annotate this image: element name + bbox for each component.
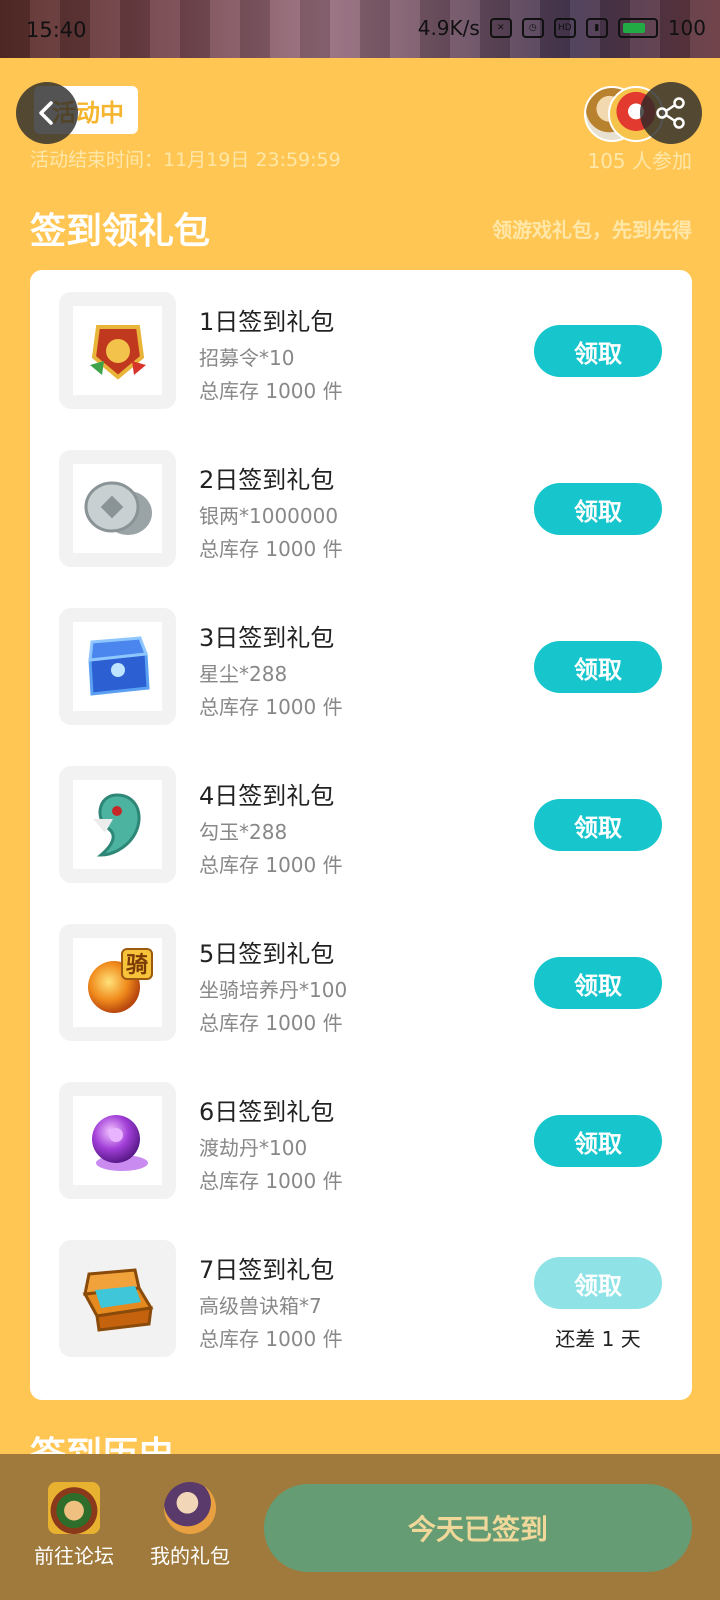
purple-orb-icon (91, 1114, 148, 1171)
battery-icon (617, 18, 658, 38)
claim-button-day-1[interactable]: 领取 (534, 325, 662, 377)
battery-level: 100 (667, 16, 706, 40)
gift-description: 银两*1000000 (199, 504, 339, 528)
status-time: 15:40 (26, 18, 87, 42)
participant-count: 105 人参加 (587, 149, 692, 173)
hd-icon: HD (553, 18, 576, 38)
my-gifts-label: 我的礼包 (150, 1544, 230, 1568)
gift-stock: 总库存 1000 件 (199, 1169, 343, 1193)
gift-name: 5日签到礼包 (199, 940, 335, 968)
gift-description: 勾玉*288 (199, 820, 288, 844)
gift-name: 6日签到礼包 (199, 1098, 335, 1126)
claim-button-day-6[interactable]: 领取 (534, 1115, 662, 1167)
chevron-left-icon (39, 101, 53, 125)
end-time: 活动结束时间：11月19日 23:59:59 (30, 149, 341, 171)
share-icon (656, 97, 685, 129)
claim-button-day-3[interactable]: 领取 (534, 641, 662, 693)
mount-pill-icon: 骑 (87, 947, 153, 1013)
silver-coin-icon (84, 481, 152, 535)
gift-description: 星尘*288 (199, 662, 288, 686)
jade-magatama-icon (92, 792, 141, 857)
stardust-chest-icon (87, 635, 150, 696)
gift-row-day-6: 6日签到礼包 渡劫丹*100 总库存 1000 件 领取 (30, 1082, 692, 1200)
gift-name: 3日签到礼包 (199, 624, 335, 652)
gift-name: 7日签到礼包 (199, 1256, 335, 1284)
gift-row-day-7: 7日签到礼包 高级兽诀箱*7 总库存 1000 件 领取 还差 1 天 (30, 1240, 692, 1358)
gift-name: 4日签到礼包 (199, 782, 335, 810)
gift-list-card: 1日签到礼包 招募令*10 总库存 1000 件 领取 2日签到礼包 银两*10… (30, 270, 692, 1400)
status-bar: 15:40 4.9K/s ✕ ◷ HD ▮ 100 (0, 0, 720, 58)
gift-stock: 总库存 1000 件 (199, 1327, 343, 1351)
gift-thumbnail: 骑 (59, 924, 176, 1041)
gift-thumbnail (59, 608, 176, 725)
section-subtitle: 领游戏礼包，先到先得 (492, 218, 692, 242)
gift-row-day-2: 2日签到礼包 银两*1000000 总库存 1000 件 领取 (30, 450, 692, 568)
signal-icon: ▮ (585, 18, 608, 38)
gift-row-day-1: 1日签到礼包 招募令*10 总库存 1000 件 领取 (30, 292, 692, 410)
gift-name: 2日签到礼包 (199, 466, 335, 494)
claim-button-day-7[interactable]: 领取 (534, 1257, 662, 1309)
claim-button-day-2[interactable]: 领取 (534, 483, 662, 535)
alarm-icon: ◷ (521, 18, 544, 38)
treasure-chest-icon (82, 1267, 153, 1332)
claim-button-day-4[interactable]: 领取 (534, 799, 662, 851)
my-gifts-link[interactable]: 我的礼包 (140, 1482, 240, 1569)
gift-thumbnail (59, 450, 176, 567)
net-speed: 4.9K/s (417, 16, 480, 40)
gift-description: 招募令*10 (199, 346, 295, 370)
status-icons: 4.9K/s ✕ ◷ HD ▮ 100 (418, 16, 706, 40)
gift-thumbnail (59, 1240, 176, 1357)
gift-stock: 总库存 1000 件 (199, 853, 343, 877)
gift-stock: 总库存 1000 件 (199, 379, 343, 403)
bottom-bar: 前往论坛 我的礼包 今天已签到 (0, 1454, 720, 1600)
gift-description: 高级兽诀箱*7 (199, 1294, 322, 1318)
gift-row-day-5: 骑 5日签到礼包 坐骑培养丹*100 总库存 1000 件 领取 (30, 924, 692, 1042)
gift-badge: 骑 (125, 953, 147, 978)
gift-row-day-4: 4日签到礼包 勾玉*288 总库存 1000 件 领取 (30, 766, 692, 884)
gift-stock: 总库存 1000 件 (199, 1011, 343, 1035)
forum-label: 前往论坛 (34, 1544, 114, 1568)
section-title: 签到领礼包 (30, 211, 211, 252)
my-gifts-icon (164, 1482, 216, 1534)
gift-name: 1日签到礼包 (199, 308, 335, 336)
gift-thumbnail (59, 292, 176, 409)
gift-thumbnail (59, 766, 176, 883)
recruit-token-icon (89, 324, 146, 380)
gift-stock: 总库存 1000 件 (199, 537, 343, 561)
gift-description: 坐骑培养丹*100 (199, 978, 348, 1002)
gift-description: 渡劫丹*100 (199, 1136, 308, 1160)
mute-icon: ✕ (489, 18, 512, 38)
forum-link[interactable]: 前往论坛 (24, 1482, 124, 1569)
claim-button-day-5[interactable]: 领取 (534, 957, 662, 1009)
share-button[interactable] (640, 82, 702, 144)
gift-stock: 总库存 1000 件 (199, 695, 343, 719)
forum-game-icon (48, 1482, 100, 1534)
back-button[interactable] (16, 82, 78, 144)
gift-row-day-3: 3日签到礼包 星尘*288 总库存 1000 件 领取 (30, 608, 692, 726)
gift-thumbnail (59, 1082, 176, 1199)
signed-today-button[interactable]: 今天已签到 (264, 1484, 692, 1572)
days-remaining: 还差 1 天 (555, 1327, 641, 1351)
